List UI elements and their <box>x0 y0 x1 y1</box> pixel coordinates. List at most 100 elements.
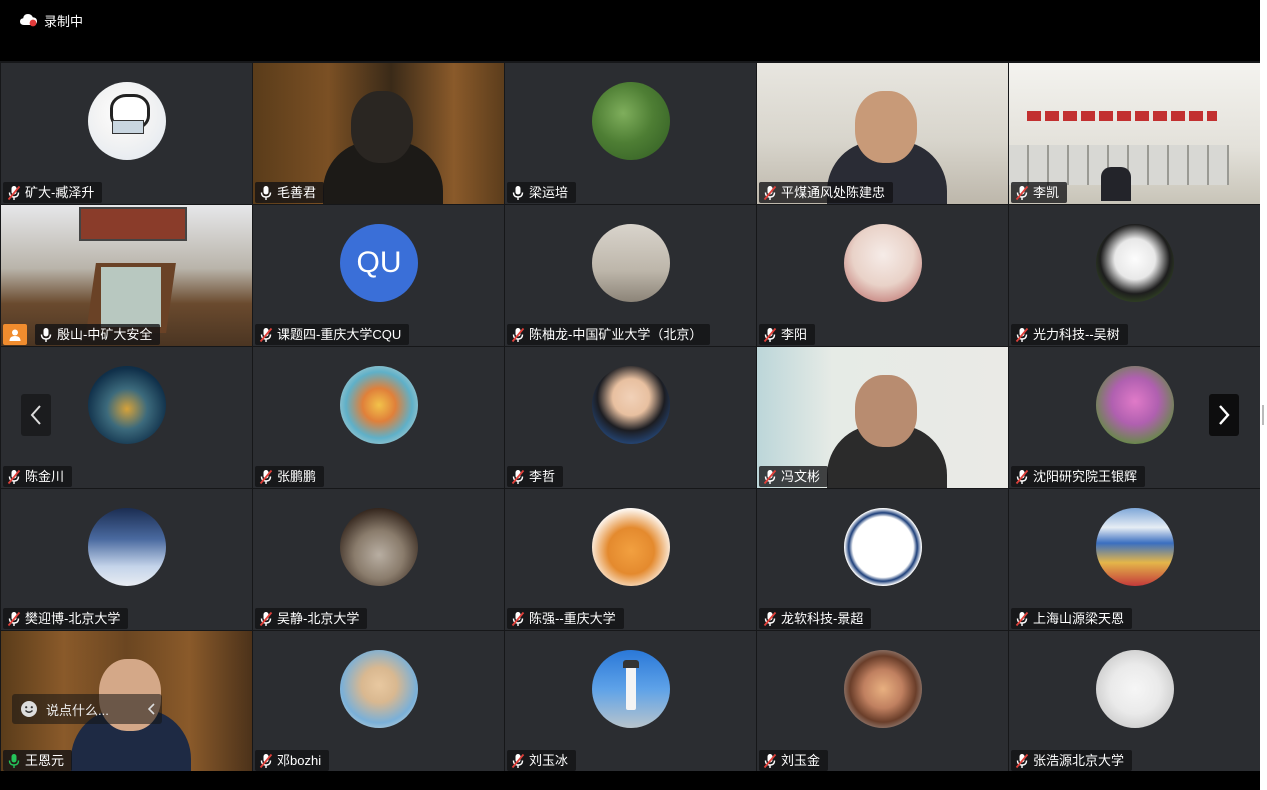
participant-avatar <box>592 224 670 302</box>
person-icon <box>3 324 27 345</box>
participant-name-tag: 王恩元 <box>3 750 73 771</box>
participant-avatar <box>844 224 922 302</box>
mic-muted-icon <box>511 753 525 768</box>
prev-page-button[interactable] <box>21 394 51 436</box>
participant-tile[interactable]: 光力科技--吴树 <box>1009 205 1260 346</box>
participant-tile[interactable]: 刘玉冰 <box>505 631 756 772</box>
participant-name: 陈柚龙-中国矿业大学（北京） <box>529 327 703 342</box>
participant-tile[interactable]: 梁运培 <box>505 63 756 204</box>
bottom-bar <box>0 771 1260 790</box>
participant-avatar <box>1096 224 1174 302</box>
mic-muted-icon <box>1015 753 1029 768</box>
participant-avatar <box>340 508 418 586</box>
participant-name-tag: 吴静-北京大学 <box>255 608 368 629</box>
window-edge <box>1260 0 1267 790</box>
participant-name: 李哲 <box>529 469 556 484</box>
participant-avatar <box>1096 508 1174 586</box>
participant-tile[interactable]: 殷山-中矿大安全 <box>1 205 252 346</box>
mic-muted-icon <box>511 327 525 342</box>
participant-name: 梁运培 <box>529 185 569 200</box>
participant-name: 张浩源北京大学 <box>1033 753 1125 768</box>
participant-tile[interactable]: 樊迎博-北京大学 <box>1 489 252 630</box>
mic-muted-icon <box>763 753 777 768</box>
participant-tile[interactable]: 矿大-臧泽升 <box>1 63 252 204</box>
participant-name-tag: 冯文彬 <box>759 466 829 487</box>
participant-name: 陈强--重庆大学 <box>529 611 616 626</box>
participant-name-tag: 矿大-臧泽升 <box>3 182 103 203</box>
participant-name-tag: 沈阳研究院王银辉 <box>1011 466 1146 487</box>
smile-icon[interactable] <box>20 700 38 718</box>
participant-tile[interactable]: 陈强--重庆大学 <box>505 489 756 630</box>
participant-tile[interactable]: 李凯 <box>1009 63 1260 204</box>
cloud-record-icon <box>20 14 37 27</box>
participant-name: 王恩元 <box>25 753 65 768</box>
mic-muted-icon <box>763 185 777 200</box>
participant-name-tag: 李哲 <box>507 466 564 487</box>
mic-muted-icon <box>511 611 525 626</box>
participant-avatar <box>592 508 670 586</box>
participant-name-tag: 张浩源北京大学 <box>1011 750 1133 771</box>
next-page-button[interactable] <box>1209 394 1239 436</box>
mic-muted-icon <box>763 469 777 484</box>
participant-name-tag: 陈金川 <box>3 466 73 487</box>
participant-name: 冯文彬 <box>781 469 821 484</box>
participant-name: 刘玉冰 <box>529 753 569 768</box>
participant-name-tag: 刘玉金 <box>759 750 829 771</box>
participant-name: 矿大-臧泽升 <box>25 185 95 200</box>
participant-name-tag: 龙软科技-景超 <box>759 608 872 629</box>
mic-muted-icon <box>7 469 21 484</box>
participant-name-tag: 张鹏鹏 <box>255 466 325 487</box>
mic-muted-icon <box>7 611 21 626</box>
mic-muted-icon <box>1015 611 1029 626</box>
participant-tile[interactable]: 陈柚龙-中国矿业大学（北京） <box>505 205 756 346</box>
participant-name-tag: 李阳 <box>759 324 816 345</box>
participant-tile[interactable]: 毛善君 <box>253 63 504 204</box>
chat-placeholder: 说点什么... <box>46 702 109 718</box>
top-bar: 录制中 <box>0 0 1267 61</box>
mic-muted-icon <box>1015 327 1029 342</box>
recording-indicator[interactable]: 录制中 <box>20 11 83 29</box>
participant-name: 刘玉金 <box>781 753 821 768</box>
participant-name-tag: 刘玉冰 <box>507 750 577 771</box>
participant-avatar <box>1096 366 1174 444</box>
participant-name: 龙软科技-景超 <box>781 611 864 626</box>
mic-muted-icon <box>259 469 273 484</box>
recording-label: 录制中 <box>44 13 84 29</box>
participant-avatar <box>88 508 166 586</box>
participant-avatar <box>340 650 418 728</box>
participant-tile[interactable]: 刘玉金 <box>757 631 1008 772</box>
participant-tile[interactable]: 邓bozhi <box>253 631 504 772</box>
participant-tile[interactable]: 李阳 <box>757 205 1008 346</box>
scroll-tick <box>1262 405 1264 425</box>
participant-avatar <box>844 650 922 728</box>
participant-tile[interactable]: 张浩源北京大学 <box>1009 631 1260 772</box>
participant-tile[interactable]: 上海山源梁天恩 <box>1009 489 1260 630</box>
participant-avatar <box>1096 650 1174 728</box>
participant-name: 沈阳研究院王银辉 <box>1033 469 1138 484</box>
participant-tile[interactable]: QU 课题四-重庆大学CQU <box>253 205 504 346</box>
chat-input[interactable]: 说点什么... <box>12 694 162 724</box>
mic-muted-icon <box>259 327 273 342</box>
participant-name: 上海山源梁天恩 <box>1033 611 1125 626</box>
participant-name: 邓bozhi <box>277 753 322 768</box>
participant-initials-avatar: QU <box>340 224 418 302</box>
participant-name: 樊迎博-北京大学 <box>25 611 121 626</box>
participant-avatar <box>592 650 670 728</box>
mic-muted-icon <box>259 611 273 626</box>
mic-icon <box>260 185 272 200</box>
chevron-left-icon[interactable] <box>148 703 156 715</box>
mic-icon <box>40 327 52 342</box>
participant-name: 李凯 <box>1033 185 1060 200</box>
participant-avatar <box>844 508 922 586</box>
mic-muted-icon <box>7 185 21 200</box>
participant-tile[interactable]: 张鹏鹏 <box>253 347 504 488</box>
participant-tile[interactable]: 平煤通风处陈建忠 <box>757 63 1008 204</box>
participant-name: 平煤通风处陈建忠 <box>781 185 886 200</box>
participant-tile[interactable]: 吴静-北京大学 <box>253 489 504 630</box>
participant-tile[interactable]: 冯文彬 <box>757 347 1008 488</box>
participant-avatar <box>340 366 418 444</box>
participant-name-tag: 樊迎博-北京大学 <box>3 608 129 629</box>
video-grid: 矿大-臧泽升 毛善君 梁运培 平煤通风处陈建忠 李凯殷山-中矿大安全 QU 课题四-重庆大学… <box>0 61 1260 772</box>
participant-tile[interactable]: 龙软科技-景超 <box>757 489 1008 630</box>
participant-tile[interactable]: 李哲 <box>505 347 756 488</box>
